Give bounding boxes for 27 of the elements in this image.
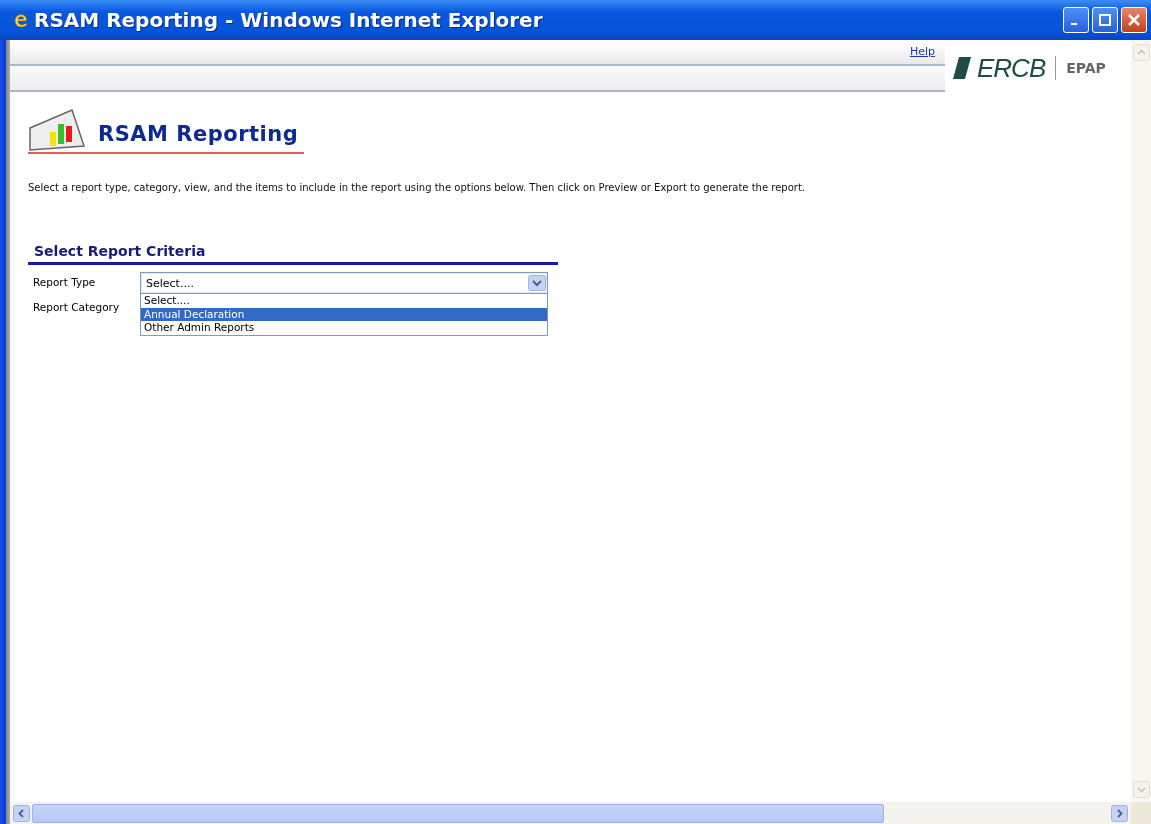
report-type-dropdown[interactable]: Select....	[140, 272, 548, 294]
logo-suffix: EPAP	[1066, 60, 1106, 76]
browser-logo-icon	[12, 11, 30, 29]
window-title: RSAM Reporting - Windows Internet Explorer	[34, 8, 543, 32]
close-icon	[1127, 13, 1141, 27]
maximize-button[interactable]	[1092, 7, 1118, 33]
scrollbar-thumb[interactable]	[32, 803, 884, 823]
minimize-icon	[1071, 23, 1077, 25]
logo-mark-icon	[951, 55, 973, 81]
maximize-icon	[1098, 13, 1112, 27]
horizontal-scrollbar[interactable]	[10, 802, 1131, 824]
dropdown-option[interactable]: Other Admin Reports	[141, 321, 547, 335]
scroll-left-icon[interactable]	[13, 804, 30, 822]
dropdown-option[interactable]: Select....	[141, 294, 547, 308]
minimize-button[interactable]	[1063, 7, 1089, 33]
field-label: Report Type	[33, 275, 97, 290]
help-link[interactable]: Help	[909, 44, 935, 64]
scrollbar-corner	[1131, 802, 1151, 824]
section-heading: Select Report Criteria	[28, 243, 558, 265]
page-title: RSAM Reporting	[98, 122, 299, 146]
page-description: Select a report type, category, view, and the items to include in the report using the options below. Then click on Preview or Export to generate the report.	[28, 182, 806, 193]
close-button[interactable]	[1121, 7, 1147, 33]
scroll-right-icon[interactable]	[1111, 804, 1128, 822]
caret-icon	[528, 275, 546, 291]
field-label: Report Category	[33, 300, 121, 315]
logo-text: ERCB	[977, 52, 1046, 84]
dropdown-option[interactable]: Annual Declaration	[141, 307, 547, 321]
